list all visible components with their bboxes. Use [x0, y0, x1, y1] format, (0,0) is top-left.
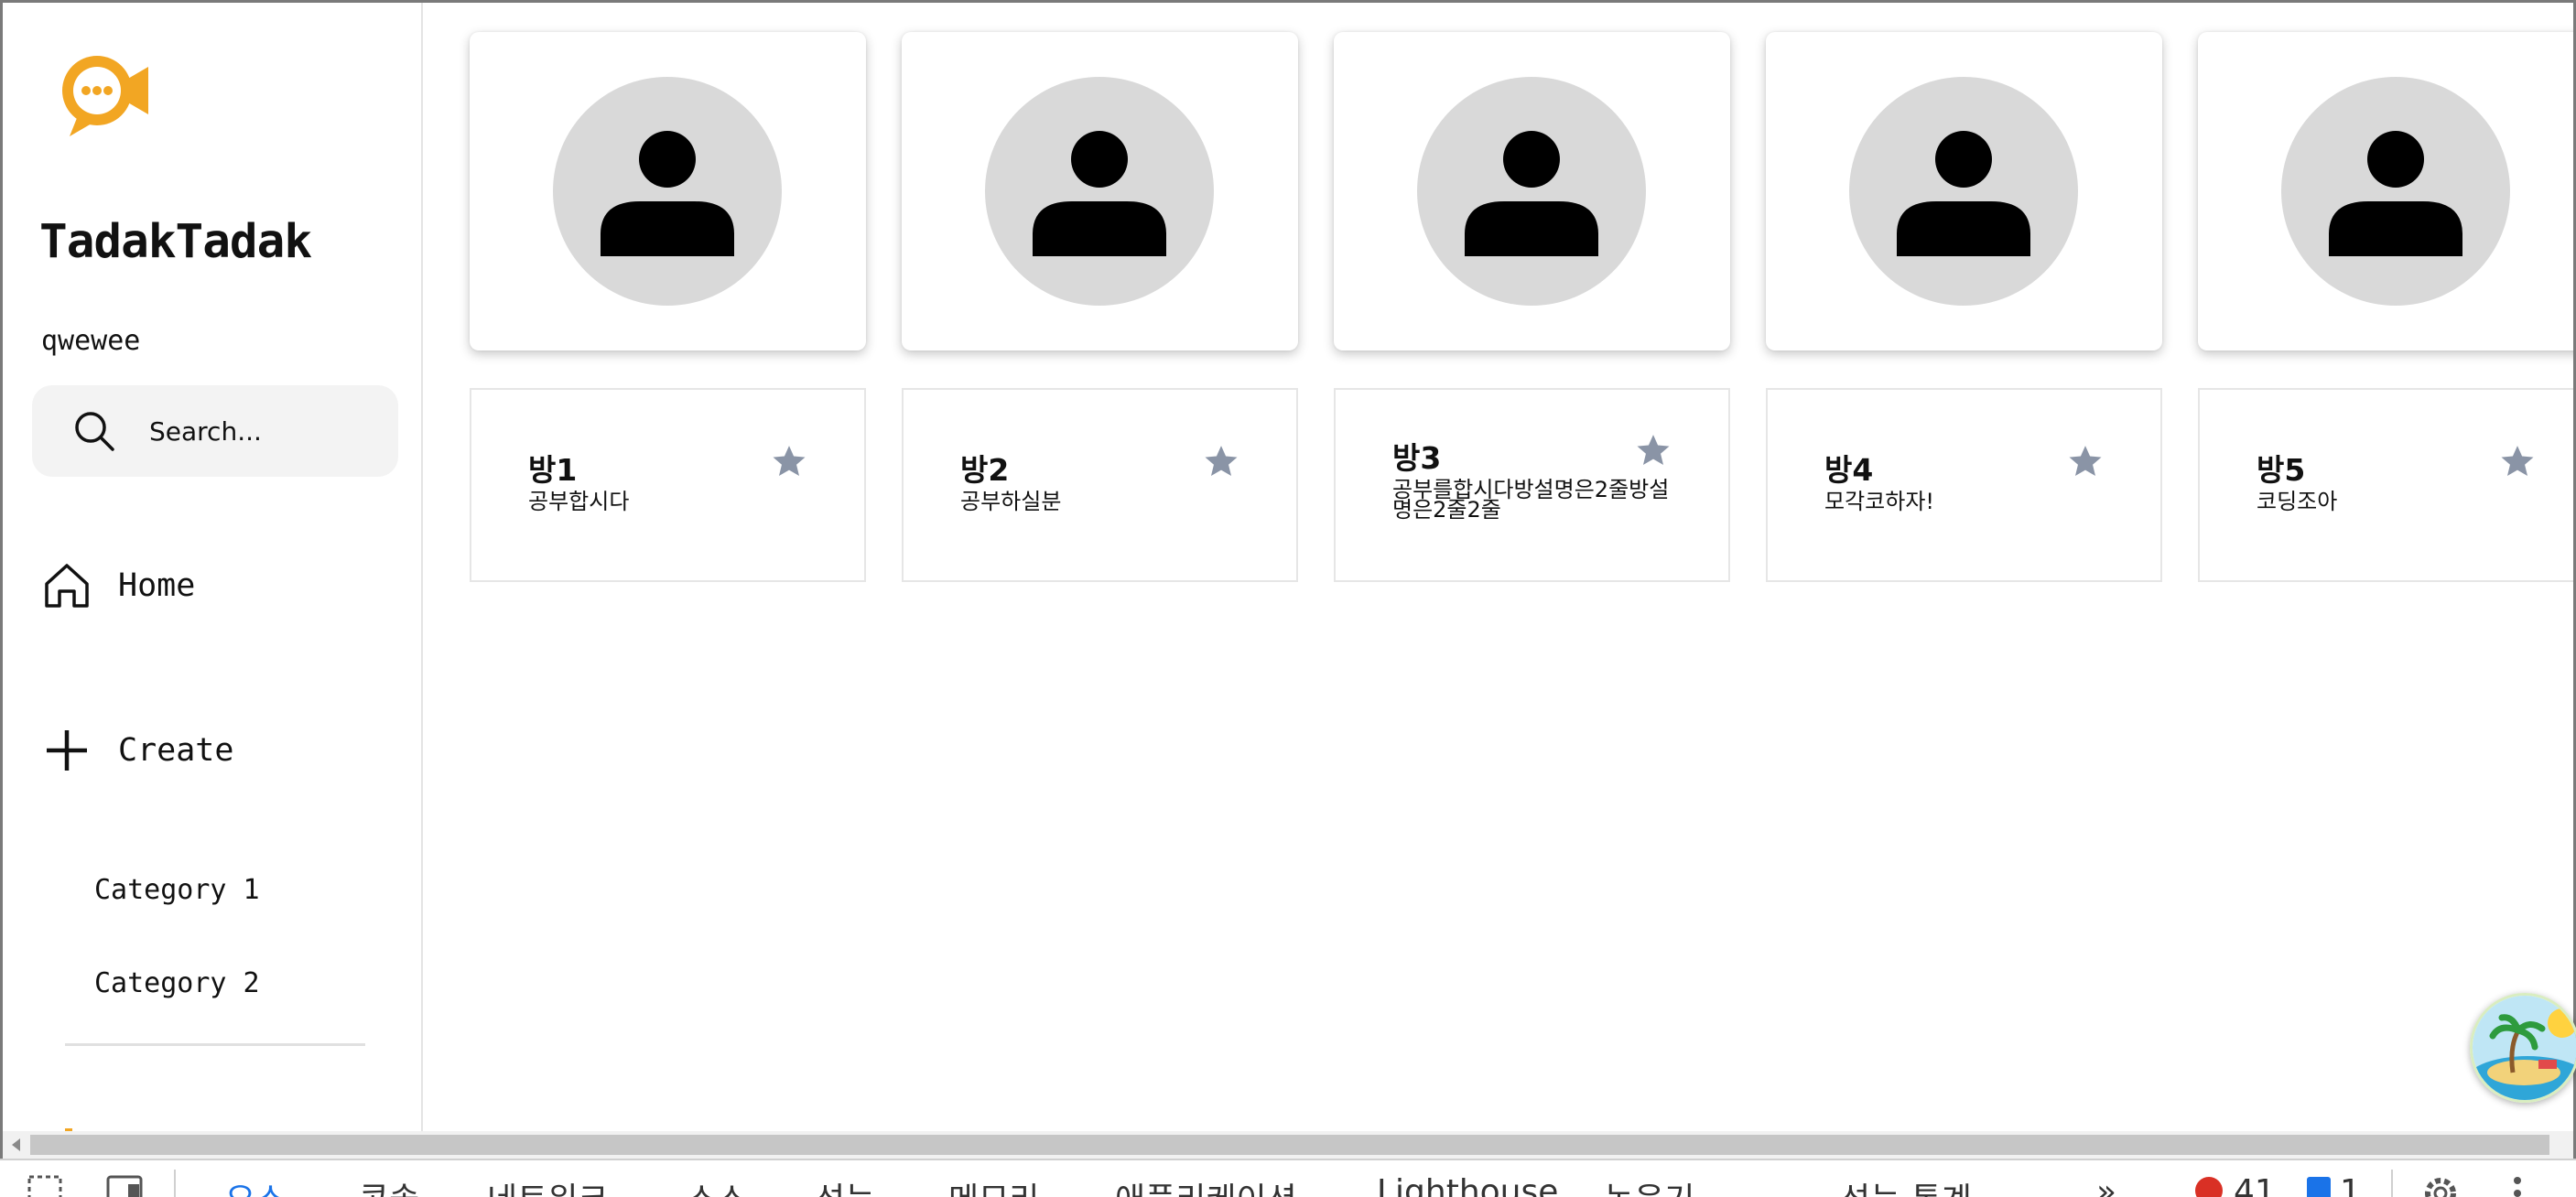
home-icon [45, 564, 89, 608]
nav-home-label: Home [118, 567, 196, 604]
devtools-tab-lighthouse[interactable]: Lighthouse [1377, 1173, 1558, 1197]
plus-icon [47, 730, 87, 771]
logo-icon[interactable] [49, 47, 159, 147]
star-icon[interactable] [1201, 443, 1241, 481]
user-avatar-icon [985, 77, 1214, 306]
room-thumbnail[interactable] [470, 32, 866, 350]
devtools-tab-recorder[interactable]: 녹음기 [1604, 1173, 1694, 1197]
room-card[interactable]: 방3 공부를합시다방설명은2줄방설명은2줄2줄 [1334, 388, 1730, 582]
user-avatar-icon [2281, 77, 2510, 306]
toolbar-separator [2391, 1170, 2393, 1197]
more-tabs-chevron-icon[interactable]: » [2096, 1173, 2116, 1197]
devtools-tab-memory[interactable]: 메모리 [948, 1173, 1039, 1197]
floating-island-icon[interactable] [2470, 993, 2576, 1103]
scrollbar-thumb[interactable] [30, 1135, 2549, 1155]
user-avatar-icon [1417, 77, 1646, 306]
devtools-tab-application[interactable]: 애플리케이션 [1115, 1173, 1297, 1197]
settings-gear-icon[interactable] [2422, 1175, 2459, 1197]
inspect-element-icon[interactable] [27, 1175, 68, 1197]
room-card[interactable]: 방2 공부하실분 [902, 388, 1298, 582]
star-icon[interactable] [2497, 443, 2538, 481]
nav-create-label: Create [118, 732, 234, 769]
room-description: 공부하실분 [960, 489, 1062, 514]
star-icon[interactable] [2065, 443, 2105, 481]
message-count: 1 [2340, 1173, 2361, 1197]
toolbar-separator [174, 1170, 176, 1197]
search-input[interactable] [149, 407, 378, 455]
star-icon[interactable] [769, 443, 809, 481]
devtools-tab-elements[interactable]: 요소 [225, 1173, 286, 1197]
room-description: 공부를합시다방설명은2줄방설명은2줄2줄 [1392, 477, 1670, 523]
error-count: 41 [2234, 1173, 2276, 1197]
room-grid: 방1 공부합시다 방2 공부하실분 방3 공부를합시다방설명은2줄방설명은2줄2… [423, 3, 2573, 1131]
sidebar-divider [65, 1043, 365, 1046]
horizontal-scrollbar[interactable] [3, 1131, 2573, 1159]
room-thumbnail[interactable] [1766, 32, 2162, 350]
room-title: 방3 [1392, 440, 1442, 476]
nav-create[interactable]: Create [41, 718, 233, 782]
room-description: 공부합시다 [528, 489, 630, 514]
user-avatar-icon [553, 77, 782, 306]
room-card[interactable]: 방1 공부합시다 [470, 388, 866, 582]
nav-home[interactable]: Home [41, 554, 195, 618]
room-title: 방4 [1824, 452, 1874, 488]
devtools-tab-network[interactable]: 네트워크 [487, 1173, 608, 1197]
room-card[interactable]: 방5 코딩조아 [2198, 388, 2573, 582]
room-title: 방1 [528, 452, 578, 488]
devtools-tab-sources[interactable]: 소스 [687, 1173, 747, 1197]
search-icon [75, 412, 114, 451]
devtools-tab-performance[interactable]: 성능 [815, 1173, 875, 1197]
device-toolbar-icon[interactable] [106, 1175, 146, 1197]
error-icon[interactable] [2193, 1175, 2224, 1197]
sidebar: TadakTadak qwewee Home Create Category 1… [3, 3, 423, 1132]
star-icon[interactable] [1633, 432, 1673, 470]
category-item-2[interactable]: Category 2 [94, 967, 260, 999]
user-avatar-icon [1849, 77, 2078, 306]
devtools-tabbar: 요소 콘솔 네트워크 소스 성능 메모리 애플리케이션 Lighthouse 녹… [0, 1159, 2576, 1197]
scroll-left-arrow-icon[interactable] [12, 1138, 20, 1151]
devtools-tab-performance-insights[interactable]: 성능 통계 [1840, 1173, 1972, 1197]
username: qwewee [41, 325, 141, 357]
room-description: 모각코하자! [1824, 489, 1935, 514]
search-box[interactable] [32, 385, 398, 477]
room-card[interactable]: 방4 모각코하자! [1766, 388, 2162, 582]
room-title: 방2 [960, 452, 1010, 488]
devtools-tab-console[interactable]: 콘솔 [359, 1173, 419, 1197]
message-icon[interactable] [2305, 1175, 2332, 1197]
room-thumbnail[interactable] [902, 32, 1298, 350]
room-description: 코딩조아 [2257, 489, 2338, 514]
app-title: TadakTadak [39, 215, 312, 269]
room-thumbnail[interactable] [2198, 32, 2573, 350]
room-thumbnail[interactable] [1334, 32, 1730, 350]
more-options-icon[interactable] [2508, 1175, 2527, 1197]
room-title: 방5 [2257, 452, 2306, 488]
category-item-1[interactable]: Category 1 [94, 874, 260, 906]
